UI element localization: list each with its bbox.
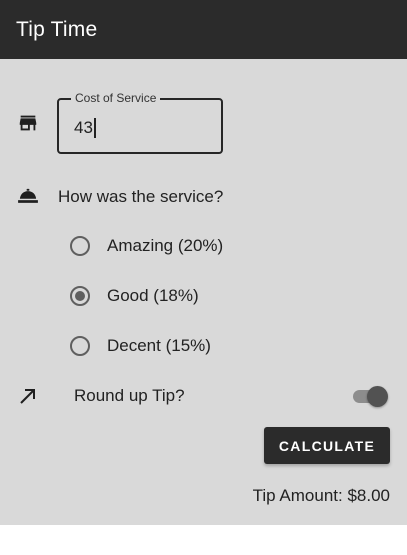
room-service-bell-icon	[18, 188, 38, 203]
round-up-tip-label: Round up Tip?	[74, 386, 185, 405]
radio-option-amazing[interactable]: Amazing (20%)	[70, 234, 223, 258]
radio-button-good[interactable]	[70, 286, 90, 306]
radio-option-decent[interactable]: Decent (15%)	[70, 334, 211, 358]
radio-label-amazing[interactable]: Amazing (20%)	[107, 236, 223, 256]
app-title: Tip Time	[16, 17, 98, 41]
tip-time-app: Tip Time Cost of Service 43 How was the …	[0, 0, 407, 555]
cost-of-service-label: Cost of Service	[71, 91, 161, 105]
cost-input-area[interactable]: 43	[74, 117, 96, 139]
cost-of-service-value[interactable]: 43	[74, 117, 93, 139]
radio-option-good[interactable]: Good (18%)	[70, 284, 199, 308]
tip-amount-text: Tip Amount: $8.00	[252, 486, 390, 505]
switch-thumb[interactable]	[367, 386, 388, 407]
round-up-tip-switch[interactable]	[353, 386, 389, 407]
radio-label-good[interactable]: Good (18%)	[107, 286, 199, 306]
radio-label-decent[interactable]: Decent (15%)	[107, 336, 211, 356]
radio-button-amazing[interactable]	[70, 236, 90, 256]
cost-of-service-field[interactable]: Cost of Service 43	[57, 91, 223, 154]
store-icon	[19, 115, 37, 131]
text-caret	[93, 118, 96, 138]
service-question: How was the service?	[58, 187, 224, 206]
app-bar: Tip Time	[0, 0, 407, 59]
radio-selected-dot	[75, 291, 85, 301]
bottom-area	[0, 525, 407, 555]
north-east-arrow-icon	[20, 389, 35, 404]
radio-button-decent[interactable]	[70, 336, 90, 356]
calculate-button[interactable]: CALCULATE	[264, 427, 390, 464]
